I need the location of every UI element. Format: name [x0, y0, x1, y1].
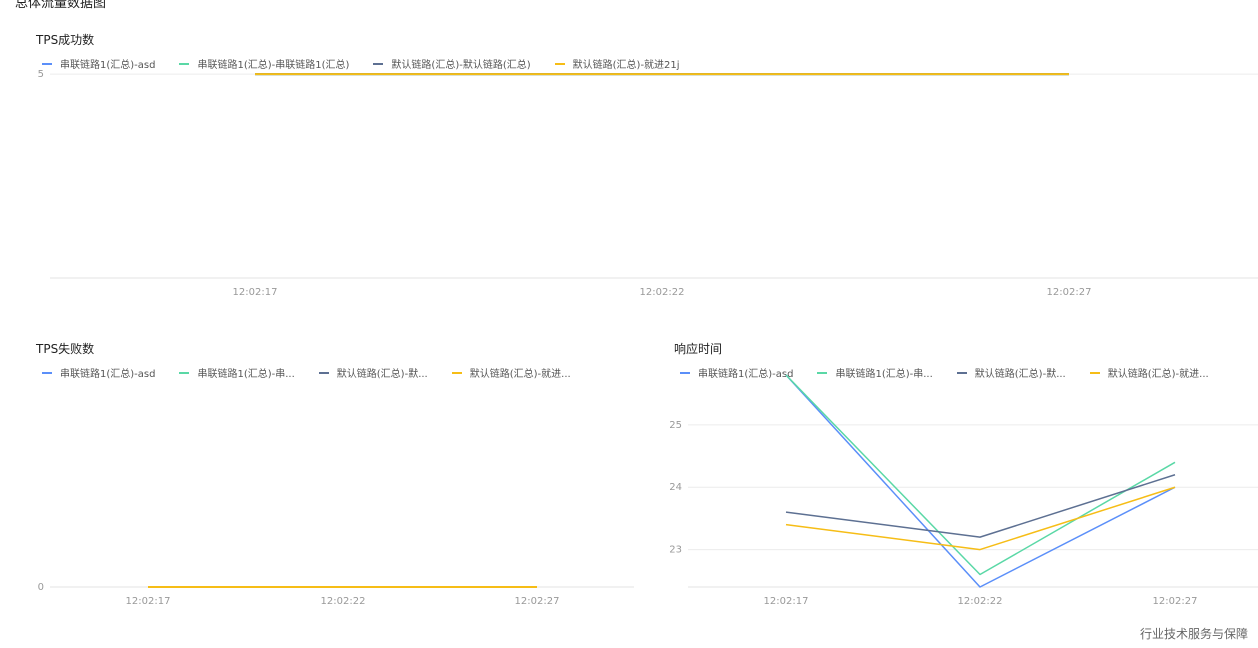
- series-line: [785, 374, 1176, 576]
- y-tick-label: 24: [669, 482, 682, 493]
- x-tick-label: 12:02:17: [764, 596, 809, 607]
- y-tick-label: 23: [669, 545, 682, 556]
- x-tick-label: 12:02:27: [1153, 596, 1198, 607]
- y-tick-label: 0: [38, 582, 44, 593]
- x-tick-label: 12:02:17: [233, 287, 278, 298]
- x-tick-label: 12:02:22: [640, 287, 685, 298]
- y-tick-label: 5: [38, 69, 44, 80]
- x-tick-label: 12:02:17: [126, 596, 171, 607]
- y-tick-label: 25: [669, 420, 682, 431]
- charts-canvas: 5 12:02:17 12:02:22 12:02:27 0 12:02:17 12:02:…: [38, 69, 1258, 607]
- series-line: [785, 374, 1176, 588]
- x-tick-label: 12:02:27: [515, 596, 560, 607]
- x-tick-label: 12:02:22: [958, 596, 1003, 607]
- footer-watermark: 行业技术服务与保障: [1139, 627, 1248, 641]
- x-tick-label: 12:02:27: [1047, 287, 1092, 298]
- x-tick-label: 12:02:22: [321, 596, 366, 607]
